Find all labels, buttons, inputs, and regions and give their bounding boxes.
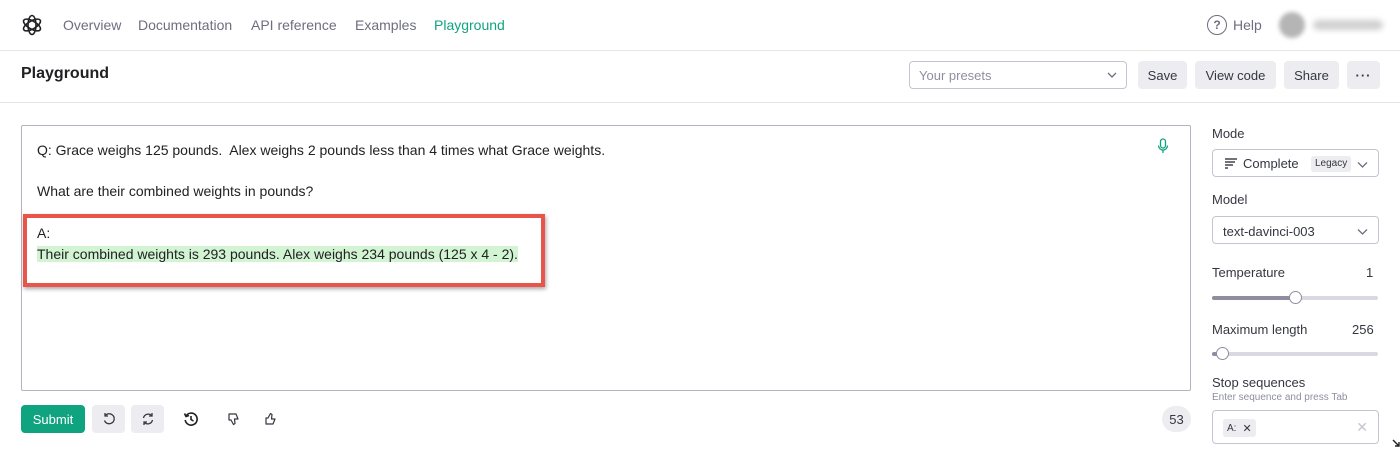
share-button[interactable]: Share [1284, 61, 1339, 89]
microphone-icon[interactable] [1157, 138, 1169, 154]
page-title: Playground [21, 65, 110, 82]
clear-input-icon[interactable]: ✕ [1356, 419, 1368, 436]
help-link[interactable]: ? Help [1207, 14, 1262, 36]
question-circle-icon: ? [1207, 15, 1227, 35]
playground-header: Playground Your presets Save View code S… [0, 51, 1400, 103]
help-label: Help [1233, 17, 1262, 33]
chevron-down-icon [1107, 72, 1117, 78]
presets-select[interactable]: Your presets [909, 61, 1127, 89]
temperature-label: Temperature [1212, 265, 1285, 280]
regenerate-icon [142, 413, 153, 425]
chevron-down-icon [1357, 162, 1368, 168]
temperature-slider[interactable] [1212, 291, 1378, 304]
mode-select[interactable]: Complete Legacy [1212, 149, 1379, 177]
thumbs-down-button[interactable] [217, 405, 250, 433]
mode-label: Mode [1212, 126, 1245, 141]
mode-value: Complete [1243, 156, 1299, 171]
prompt-line-2: What are their combined weights in pound… [37, 183, 314, 199]
remove-chip-icon[interactable]: ✕ [1242, 422, 1251, 435]
top-nav: Overview Documentation API reference Exa… [0, 0, 1400, 51]
slider-thumb[interactable] [1289, 291, 1302, 304]
more-options-button[interactable]: ··· [1347, 61, 1380, 89]
thumbs-up-icon [264, 412, 276, 425]
model-value: text-davinci-003 [1223, 224, 1315, 239]
history-icon [183, 412, 198, 426]
nav-overview[interactable]: Overview [63, 17, 121, 33]
stop-sequences-label: Stop sequences [1212, 375, 1306, 390]
resize-handle-icon[interactable] [1392, 436, 1400, 448]
complete-mode-icon [1225, 158, 1237, 169]
stop-sequences-hint: Enter sequence and press Tab [1212, 392, 1348, 403]
undo-button[interactable] [92, 405, 125, 433]
slider-thumb[interactable] [1215, 347, 1229, 360]
thumbs-up-button[interactable] [254, 405, 287, 433]
stop-sequence-chip: A: ✕ [1223, 419, 1256, 437]
save-button[interactable]: Save [1138, 61, 1187, 89]
maximum-length-value: 256 [1352, 322, 1374, 337]
stop-sequence-chip-label: A: [1227, 422, 1237, 434]
legacy-badge: Legacy [1311, 156, 1352, 172]
submit-button[interactable]: Submit [21, 405, 85, 433]
token-count-badge: 53 [1162, 406, 1191, 432]
account-menu[interactable] [1271, 6, 1400, 44]
presets-placeholder: Your presets [919, 68, 992, 83]
undo-icon [103, 413, 115, 425]
history-button[interactable] [174, 405, 207, 433]
prompt-line-1: Q: Grace weighs 125 pounds. Alex weighs … [37, 142, 606, 158]
regenerate-button[interactable] [131, 405, 164, 433]
temperature-value: 1 [1366, 265, 1374, 280]
avatar [1279, 12, 1305, 38]
account-name-redacted [1313, 20, 1383, 30]
view-code-button[interactable]: View code [1195, 61, 1276, 89]
stop-sequences-input[interactable]: A: ✕ ✕ [1212, 410, 1379, 444]
thumbs-down-icon [227, 413, 239, 426]
maximum-length-label: Maximum length [1212, 322, 1308, 337]
model-select[interactable]: text-davinci-003 [1212, 216, 1379, 244]
slider-fill [1212, 296, 1295, 300]
nav-examples[interactable]: Examples [355, 17, 416, 33]
model-label: Model [1212, 192, 1248, 207]
openai-logo-icon[interactable] [20, 13, 44, 37]
nav-playground[interactable]: Playground [434, 17, 505, 33]
nav-documentation[interactable]: Documentation [138, 17, 232, 33]
chevron-down-icon [1357, 229, 1368, 235]
annotation-highlight-box [23, 214, 545, 287]
nav-api-reference[interactable]: API reference [251, 17, 337, 33]
maximum-length-slider[interactable] [1212, 347, 1378, 360]
